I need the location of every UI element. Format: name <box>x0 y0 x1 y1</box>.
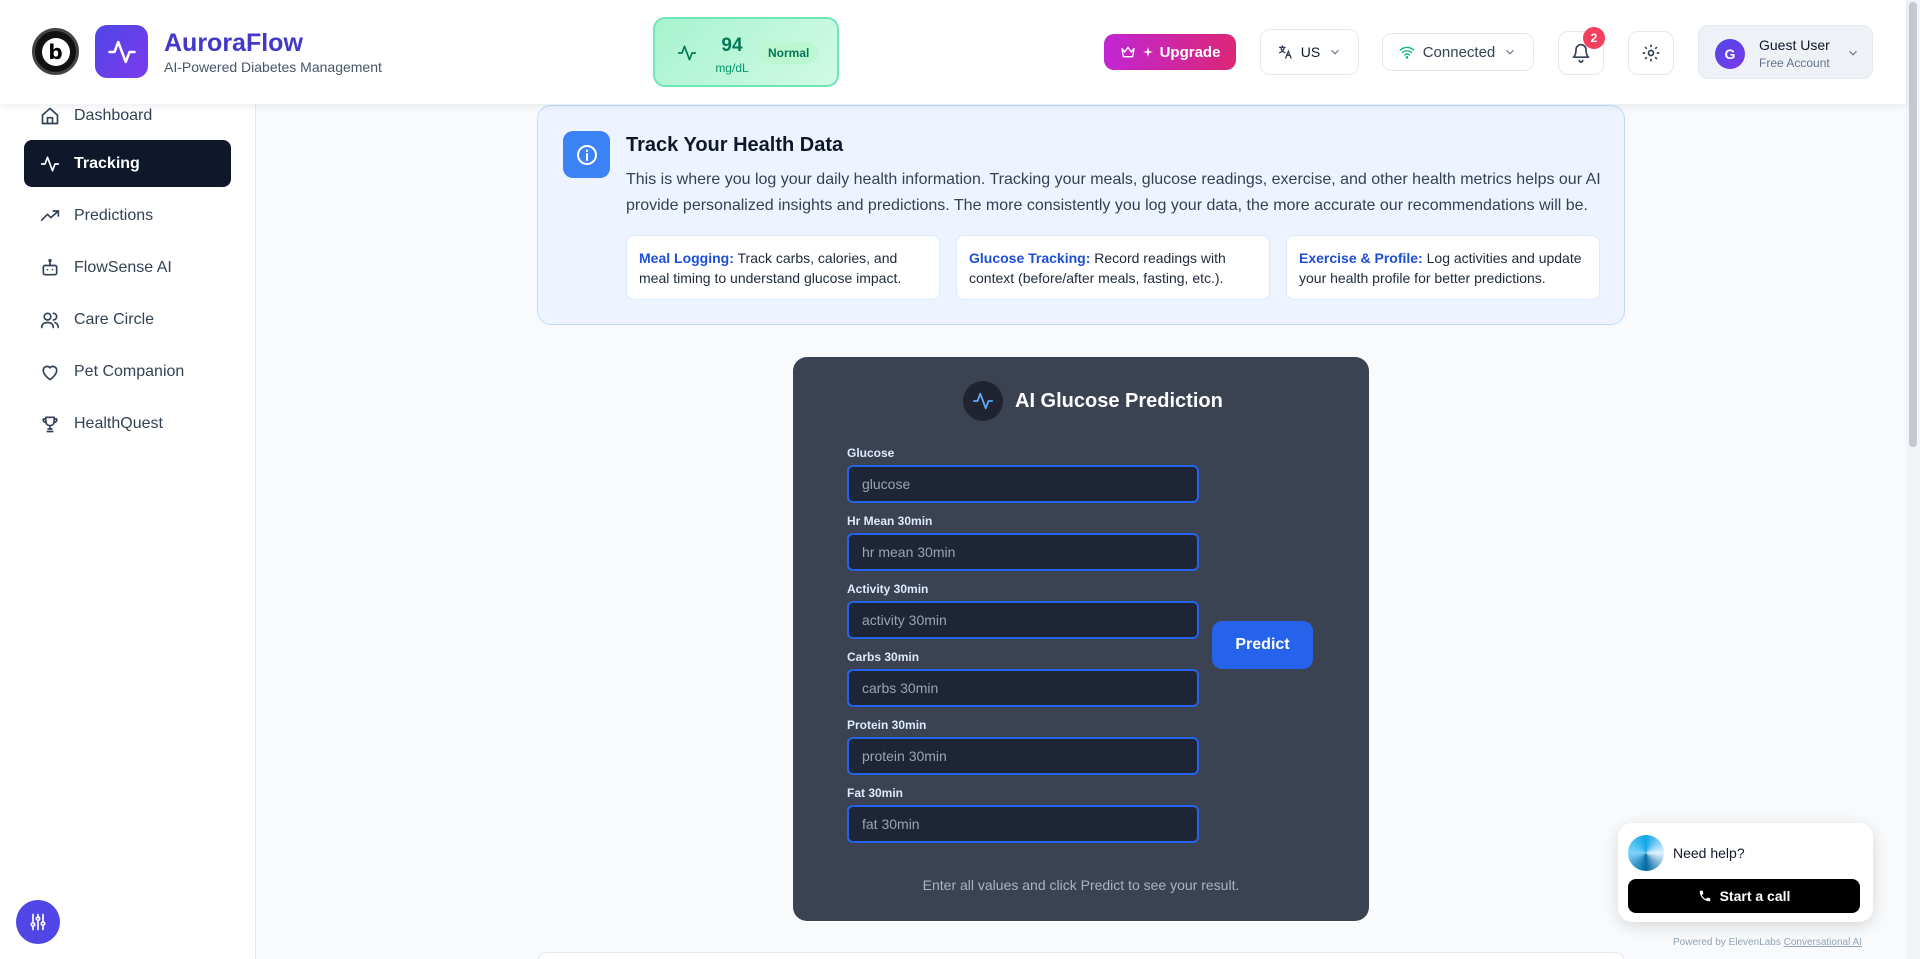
user-plan: Free Account <box>1759 56 1830 70</box>
translate-icon <box>1278 45 1292 59</box>
upgrade-button[interactable]: Upgrade <box>1104 34 1236 70</box>
sidebar-item-label: FlowSense AI <box>74 258 172 276</box>
info-description: This is where you log your daily health … <box>626 171 1601 214</box>
trending-up-icon <box>40 209 60 221</box>
powered-prefix: Powered by ElevenLabs <box>1672 937 1784 948</box>
sidebar-item-label: Predictions <box>74 206 154 224</box>
track-health-info-card: Track Your Health Data This is where you… <box>537 105 1625 325</box>
glucose-value: 94 <box>721 35 743 56</box>
sliders-icon <box>30 913 46 931</box>
activity-icon <box>40 156 60 171</box>
sidebar-item-label: Pet Companion <box>74 362 185 380</box>
sidebar: Dashboard Tracking Predictions FlowSense… <box>0 104 256 959</box>
feature-meal-logging: Meal Logging: Track carbs, calories, and… <box>626 235 940 300</box>
connection-status-button[interactable]: Connected <box>1382 33 1534 71</box>
heart-icon <box>42 365 58 380</box>
hr-mean-input[interactable] <box>847 533 1199 571</box>
feature-title: Exercise & Profile: <box>1299 250 1423 266</box>
voice-help-widget: Need help? Start a call <box>1618 823 1873 922</box>
sidebar-item-predictions[interactable]: Predictions <box>24 192 231 239</box>
gear-icon <box>1642 44 1660 62</box>
brand-subtitle: AI-Powered Diabetes Management <box>164 59 382 75</box>
chevron-down-icon <box>1331 49 1340 55</box>
hr-mean-label: Hr Mean 30min <box>847 514 933 528</box>
info-title: Track Your Health Data <box>626 134 844 156</box>
language-label: US <box>1300 44 1321 60</box>
info-icon <box>563 131 610 178</box>
next-section-card <box>537 952 1625 959</box>
prediction-title: AI Glucose Prediction <box>1015 390 1223 412</box>
glucose-status-badge: Normal <box>759 42 819 64</box>
badge-logo[interactable]: b <box>32 28 79 75</box>
protein-input[interactable] <box>847 737 1199 775</box>
feature-title: Glucose Tracking: <box>969 250 1091 266</box>
activity-input[interactable] <box>847 601 1199 639</box>
fat-input[interactable] <box>847 805 1199 843</box>
activity-label: Activity 30min <box>847 582 929 596</box>
sidebar-item-care-circle[interactable]: Care Circle <box>24 296 231 343</box>
user-menu-button[interactable]: G Guest User Free Account <box>1698 25 1873 79</box>
trophy-icon <box>42 416 58 432</box>
robot-icon <box>42 258 58 275</box>
activity-icon <box>963 381 1003 421</box>
current-glucose-widget[interactable]: 94 mg/dL Normal <box>653 17 839 87</box>
prediction-hint: Enter all values and click Predict to se… <box>922 877 1240 893</box>
glucose-unit: mg/dL <box>715 61 749 75</box>
assistant-orb-icon <box>1628 835 1664 871</box>
help-title: Need help? <box>1673 845 1745 861</box>
upgrade-label: Upgrade <box>1159 43 1221 61</box>
glucose-input[interactable] <box>847 465 1199 503</box>
page-scrollbar[interactable] <box>1906 0 1920 959</box>
carbs-input[interactable] <box>847 669 1199 707</box>
start-call-label: Start a call <box>1719 888 1791 904</box>
app-logo-icon[interactable] <box>95 25 148 78</box>
feature-exercise-profile: Exercise & Profile: Log activities and u… <box>1286 235 1600 300</box>
fat-label: Fat 30min <box>847 786 904 800</box>
sidebar-item-flowsense-ai[interactable]: FlowSense AI <box>24 244 231 291</box>
crown-icon <box>1120 46 1135 58</box>
users-icon <box>40 312 60 328</box>
badge-letter: b <box>41 37 70 66</box>
chevron-down-icon <box>1506 49 1515 55</box>
notification-count-badge: 2 <box>1583 27 1605 49</box>
sparkle-icon <box>1142 47 1153 57</box>
feature-title: Meal Logging: <box>639 250 734 266</box>
sidebar-item-label: Tracking <box>74 154 140 172</box>
sidebar-item-tracking[interactable]: Tracking <box>24 140 231 187</box>
glucose-label: Glucose <box>847 446 895 460</box>
protein-label: Protein 30min <box>847 718 927 732</box>
phone-icon <box>1699 890 1710 902</box>
user-name: Guest User <box>1759 37 1830 53</box>
connection-label: Connected <box>1422 43 1496 61</box>
sidebar-item-healthquest[interactable]: HealthQuest <box>24 400 231 447</box>
ai-glucose-prediction-card: AI Glucose Prediction Glucose Hr Mean 30… <box>793 357 1369 921</box>
wifi-icon <box>1399 46 1415 59</box>
powered-by-text: Powered by ElevenLabs Conversational AI <box>1650 937 1862 948</box>
accessibility-settings-button[interactable] <box>16 900 60 944</box>
sidebar-item-label: HealthQuest <box>74 414 163 432</box>
home-icon <box>41 107 59 124</box>
sidebar-item-label: Dashboard <box>74 106 153 124</box>
activity-icon <box>677 43 697 68</box>
sidebar-item-pet-companion[interactable]: Pet Companion <box>24 348 231 395</box>
chevron-down-icon <box>1846 46 1860 65</box>
brand-title: AuroraFlow <box>164 29 303 57</box>
app-header: b AuroraFlow AI-Powered Diabetes Managem… <box>0 0 1906 104</box>
language-selector[interactable]: US <box>1260 29 1359 75</box>
powered-link[interactable]: Conversational AI <box>1784 937 1862 948</box>
carbs-label: Carbs 30min <box>847 650 920 664</box>
sidebar-item-label: Care Circle <box>74 310 155 328</box>
avatar: G <box>1715 39 1745 69</box>
settings-button[interactable] <box>1628 31 1674 75</box>
predict-button[interactable]: Predict <box>1212 621 1313 669</box>
feature-glucose-tracking: Glucose Tracking: Record readings with c… <box>956 235 1270 300</box>
start-call-button[interactable]: Start a call <box>1628 879 1860 913</box>
scrollbar-thumb[interactable] <box>1909 2 1917 447</box>
